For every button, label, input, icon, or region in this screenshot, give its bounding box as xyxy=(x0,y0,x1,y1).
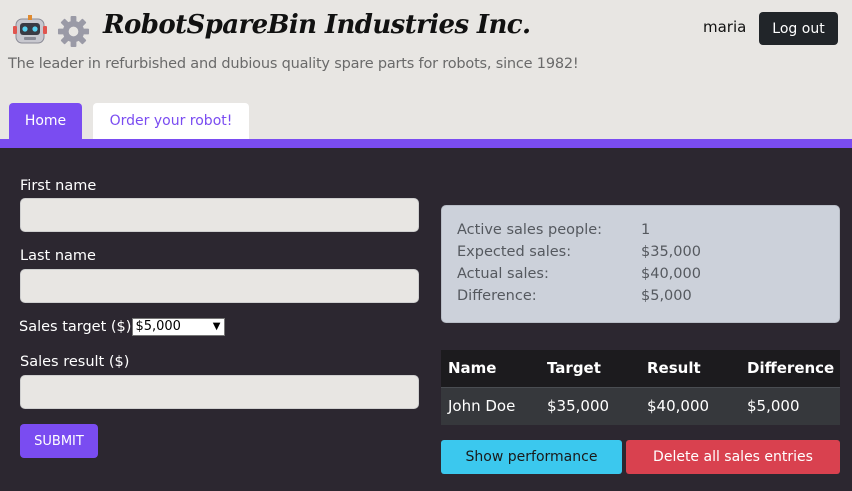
stat-label: Actual sales: xyxy=(457,266,549,282)
show-performance-button[interactable]: Show performance xyxy=(441,440,622,474)
gear-icon xyxy=(57,15,90,48)
table-header-row: Name Target Result Difference xyxy=(441,350,840,387)
stat-value: $35,000 xyxy=(641,244,701,260)
sales-target-value: $5,000 xyxy=(135,319,181,334)
site-header: RobotSpareBin Industries Inc. The leader… xyxy=(0,0,852,139)
stat-label: Active sales people: xyxy=(457,222,603,238)
stat-value: 1 xyxy=(641,222,651,238)
sales-target-label: Sales target ($) xyxy=(19,319,132,335)
last-name-input[interactable] xyxy=(20,269,419,303)
stat-value: $40,000 xyxy=(641,266,701,282)
sales-target-row: Sales target ($) $5,000 ▼ xyxy=(19,318,226,336)
submit-button[interactable]: SUBMIT xyxy=(20,424,98,458)
cell-name: John Doe xyxy=(448,397,516,415)
column-header-name: Name xyxy=(448,359,497,377)
tagline: The leader in refurbished and dubious qu… xyxy=(8,56,579,72)
first-name-input[interactable] xyxy=(20,198,419,232)
column-header-result: Result xyxy=(647,359,701,377)
column-header-difference: Difference xyxy=(747,359,835,377)
sales-result-label: Sales result ($) xyxy=(20,354,130,370)
logout-button[interactable]: Log out xyxy=(759,12,838,45)
chevron-down-icon: ▼ xyxy=(212,321,221,332)
stat-label: Difference: xyxy=(457,288,537,304)
last-name-label: Last name xyxy=(20,248,96,264)
tab-home[interactable]: Home xyxy=(9,103,82,139)
robot-icon xyxy=(13,15,47,44)
stat-label: Expected sales: xyxy=(457,244,572,260)
column-header-target: Target xyxy=(547,359,601,377)
sales-result-input[interactable] xyxy=(20,375,419,409)
tab-underline xyxy=(0,139,852,148)
sales-table: Name Target Result Difference John Doe $… xyxy=(441,350,840,425)
sales-target-select[interactable]: $5,000 ▼ xyxy=(132,318,226,336)
username: maria xyxy=(703,18,747,36)
cell-result: $40,000 xyxy=(647,397,710,415)
first-name-label: First name xyxy=(20,178,97,194)
stat-value: $5,000 xyxy=(641,288,692,304)
tab-order-your-robot[interactable]: Order your robot! xyxy=(93,103,249,139)
cell-difference: $5,000 xyxy=(747,397,800,415)
sales-summary-panel: Active sales people: 1 Expected sales: $… xyxy=(441,205,840,323)
brand-title: RobotSpareBin Industries Inc. xyxy=(103,10,531,40)
table-row: John Doe $35,000 $40,000 $5,000 xyxy=(441,387,840,425)
delete-all-sales-entries-button[interactable]: Delete all sales entries xyxy=(626,440,840,474)
cell-target: $35,000 xyxy=(547,397,610,415)
